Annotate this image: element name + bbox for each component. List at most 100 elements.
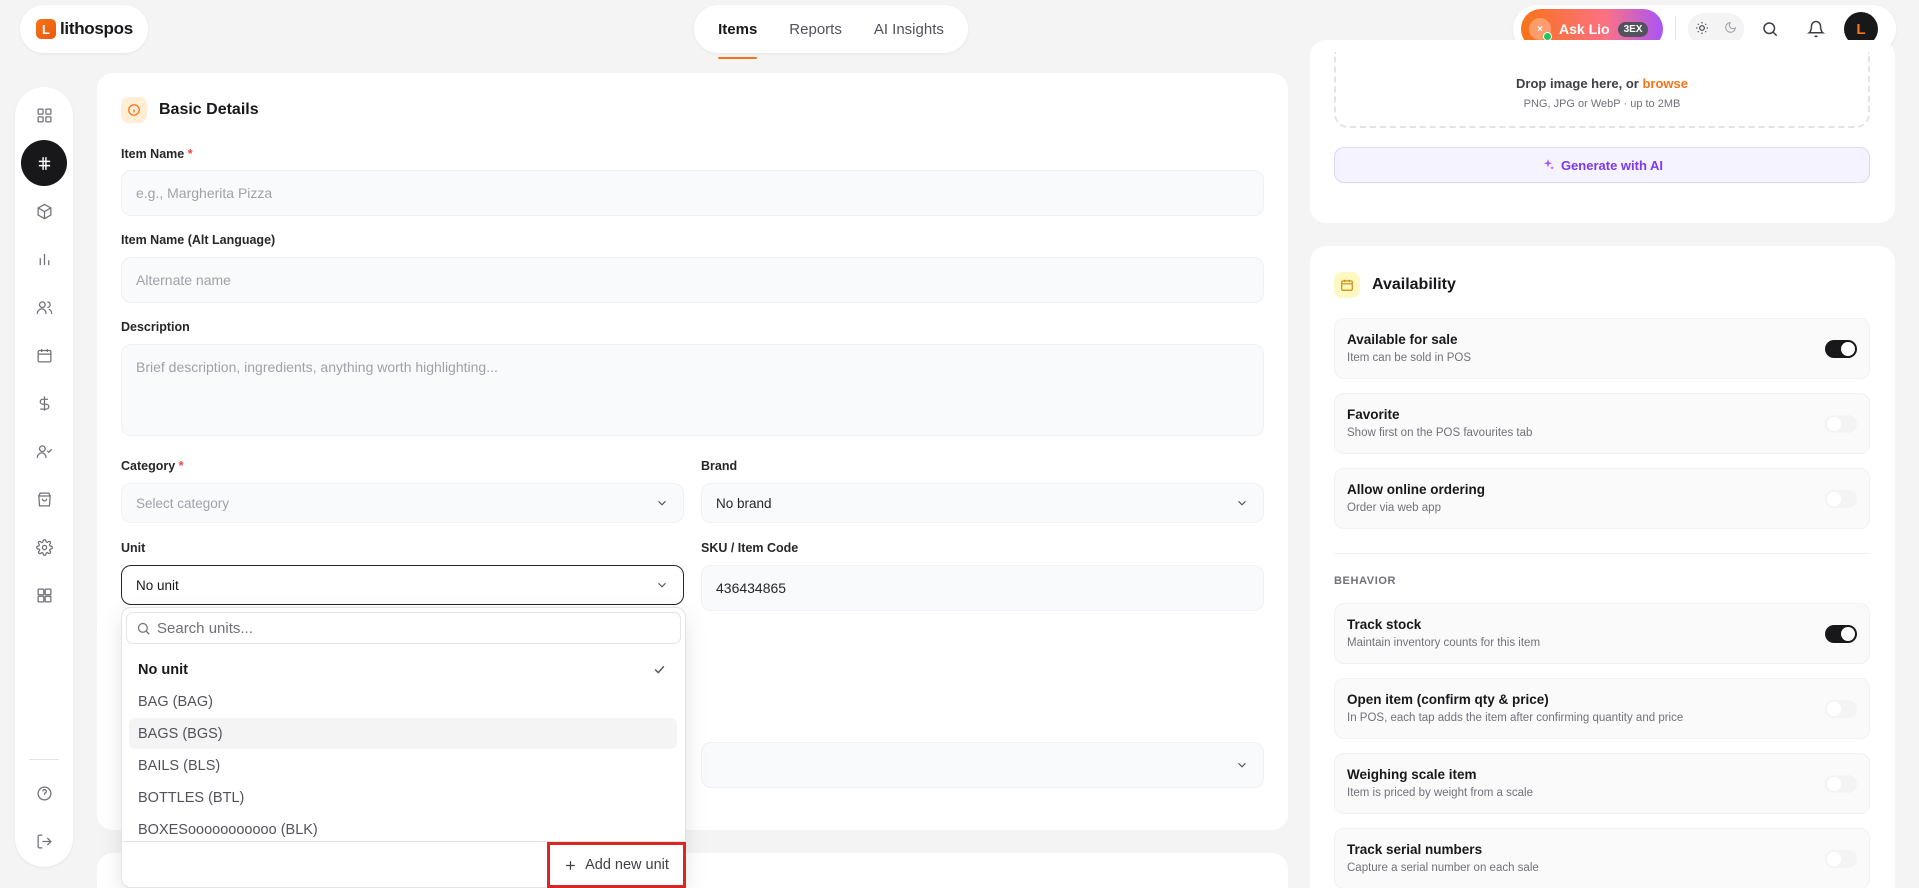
add-new-unit-label: Add new unit [585, 857, 669, 873]
availability-title: Availability [1372, 276, 1456, 293]
plus-icon [566, 860, 575, 870]
toggle-description: Maintain inventory counts for this item [1347, 637, 1541, 649]
item-name-input[interactable]: e.g., Margherita Pizza [121, 170, 1264, 216]
generate-with-ai-button[interactable]: Generate with AI [1334, 147, 1870, 183]
weighing-scale-toggle[interactable] [1825, 775, 1857, 793]
toggle-title: Available for sale [1347, 332, 1458, 347]
browse-link[interactable]: browse [1642, 76, 1688, 91]
sku-label: SKU / Item Code [701, 541, 799, 555]
unit-option-bags[interactable]: BAGS (BGS) [129, 718, 677, 749]
track-stock-row: Track stock Maintain inventory counts fo… [1334, 603, 1870, 664]
logo-mark-icon: L [36, 19, 56, 39]
ask-lio-badge: 3EX [1617, 21, 1649, 37]
unit-option-bag[interactable]: BAG (BAG) [129, 686, 677, 717]
logout-icon[interactable] [21, 818, 67, 864]
brand-label: Brand [701, 459, 738, 473]
item-name-label: Item Name * [121, 147, 193, 161]
user-check-icon[interactable] [21, 428, 67, 474]
allow-online-ordering-toggle[interactable] [1825, 490, 1857, 508]
toggle-description: Order via web app [1347, 502, 1441, 514]
availability-divider [1334, 553, 1870, 554]
toggle-description: In POS, each tap adds the item after con… [1347, 712, 1684, 724]
tab-items[interactable]: Items [718, 5, 758, 59]
sun-icon[interactable] [1695, 21, 1709, 38]
moon-icon[interactable] [1724, 21, 1737, 37]
hidden-select[interactable] [701, 742, 1264, 788]
track-serial-toggle[interactable] [1825, 850, 1857, 868]
generate-with-ai-label: Generate with AI [1560, 157, 1664, 173]
toggle-title: Weighing scale item [1347, 767, 1477, 782]
header-divider [1675, 16, 1676, 42]
image-dropzone[interactable]: Drop image here, or browse PNG, JPG or W… [1334, 52, 1870, 128]
check-icon [654, 665, 665, 674]
tab-reports[interactable]: Reports [789, 5, 842, 53]
description-textarea[interactable]: Brief description, ingredients, anything… [121, 344, 1264, 436]
add-new-unit-button[interactable]: Add new unit [547, 842, 686, 888]
apps-icon[interactable] [21, 572, 67, 618]
brand-name: lithospos [60, 19, 133, 38]
availability-card: Availability Available for sale Item can… [1310, 246, 1895, 888]
category-label: Category * [121, 459, 184, 473]
ask-lio-label: Ask Lio [1559, 21, 1610, 37]
open-item-row: Open item (confirm qty & price) In POS, … [1334, 678, 1870, 739]
category-value: Select category [136, 495, 230, 511]
toggle-description: Show first on the POS favourites tab [1347, 427, 1533, 439]
favorite-row: Favorite Show first on the POS favourite… [1334, 393, 1870, 454]
main-nav: Items Reports AI Insights [694, 5, 968, 59]
brand-value: No brand [716, 495, 772, 511]
settings-icon[interactable] [21, 524, 67, 570]
sidebar-divider [29, 759, 59, 760]
sparkle-icon: × [1529, 18, 1552, 41]
brand-select[interactable]: No brand [701, 483, 1264, 523]
behavior-label: BEHAVIOR [1334, 575, 1397, 587]
track-serial-row: Track serial numbers Capture a serial nu… [1334, 828, 1870, 888]
logo[interactable]: L lithospos [20, 5, 148, 53]
pos-icon[interactable] [21, 140, 67, 186]
toggle-title: Allow online ordering [1347, 482, 1485, 497]
chevron-down-icon [1238, 762, 1246, 768]
description-label: Description [121, 320, 190, 334]
track-stock-toggle[interactable] [1825, 625, 1857, 643]
dropzone-hint: PNG, JPG or WebP · up to 2MB [1523, 98, 1681, 110]
box-icon[interactable] [21, 188, 67, 234]
tab-ai-insights[interactable]: AI Insights [874, 5, 944, 53]
toggle-description: Item is priced by weight from a scale [1347, 787, 1533, 799]
dropzone-text: Drop image here, or browse [1516, 76, 1688, 91]
dashboard-icon[interactable] [21, 92, 67, 138]
users-icon[interactable] [21, 284, 67, 330]
section-title: Basic Details [159, 101, 259, 118]
toggle-description: Item can be sold in POS [1347, 352, 1472, 364]
unit-select[interactable]: No unit [121, 565, 684, 605]
help-icon[interactable] [21, 770, 67, 816]
allow-online-ordering-row: Allow online ordering Order via web app [1334, 468, 1870, 529]
toggle-title: Open item (confirm qty & price) [1347, 692, 1549, 707]
open-item-toggle[interactable] [1825, 700, 1857, 718]
sidebar [15, 87, 73, 867]
unit-option-no-unit[interactable]: No unit [129, 654, 677, 685]
image-card: Drop image here, or browse PNG, JPG or W… [1310, 40, 1895, 223]
info-icon [121, 97, 147, 123]
unit-dropdown: Search units... No unit BAG (BAG) BAGS (… [121, 607, 686, 888]
unit-search-input[interactable]: Search units... [126, 612, 681, 644]
bag-icon[interactable] [21, 476, 67, 522]
chevron-down-icon [1238, 500, 1246, 506]
unit-option-bails[interactable]: BAILS (BLS) [129, 750, 677, 781]
toggle-description: Capture a serial number on each sale [1347, 862, 1539, 874]
toggle-title: Track serial numbers [1347, 842, 1483, 857]
unit-option-bottles[interactable]: BOTTLES (BTL) [129, 782, 677, 813]
search-icon [137, 622, 150, 635]
available-for-sale-toggle[interactable] [1825, 340, 1857, 358]
available-for-sale-row: Available for sale Item can be sold in P… [1334, 318, 1870, 379]
item-name-alt-input[interactable]: Alternate name [121, 257, 1264, 303]
chart-icon[interactable] [21, 236, 67, 282]
category-select[interactable]: Select category [121, 483, 684, 523]
sku-input[interactable]: 436434865 [701, 565, 1264, 611]
unit-search-placeholder: Search units... [157, 619, 253, 637]
availability-header: Availability [1334, 272, 1456, 298]
favorite-toggle[interactable] [1825, 415, 1857, 433]
sparkles-icon [1543, 159, 1554, 170]
calendar-icon[interactable] [21, 332, 67, 378]
chevron-down-icon [658, 500, 666, 506]
calendar-icon [1334, 272, 1360, 298]
dollar-icon[interactable] [21, 380, 67, 426]
